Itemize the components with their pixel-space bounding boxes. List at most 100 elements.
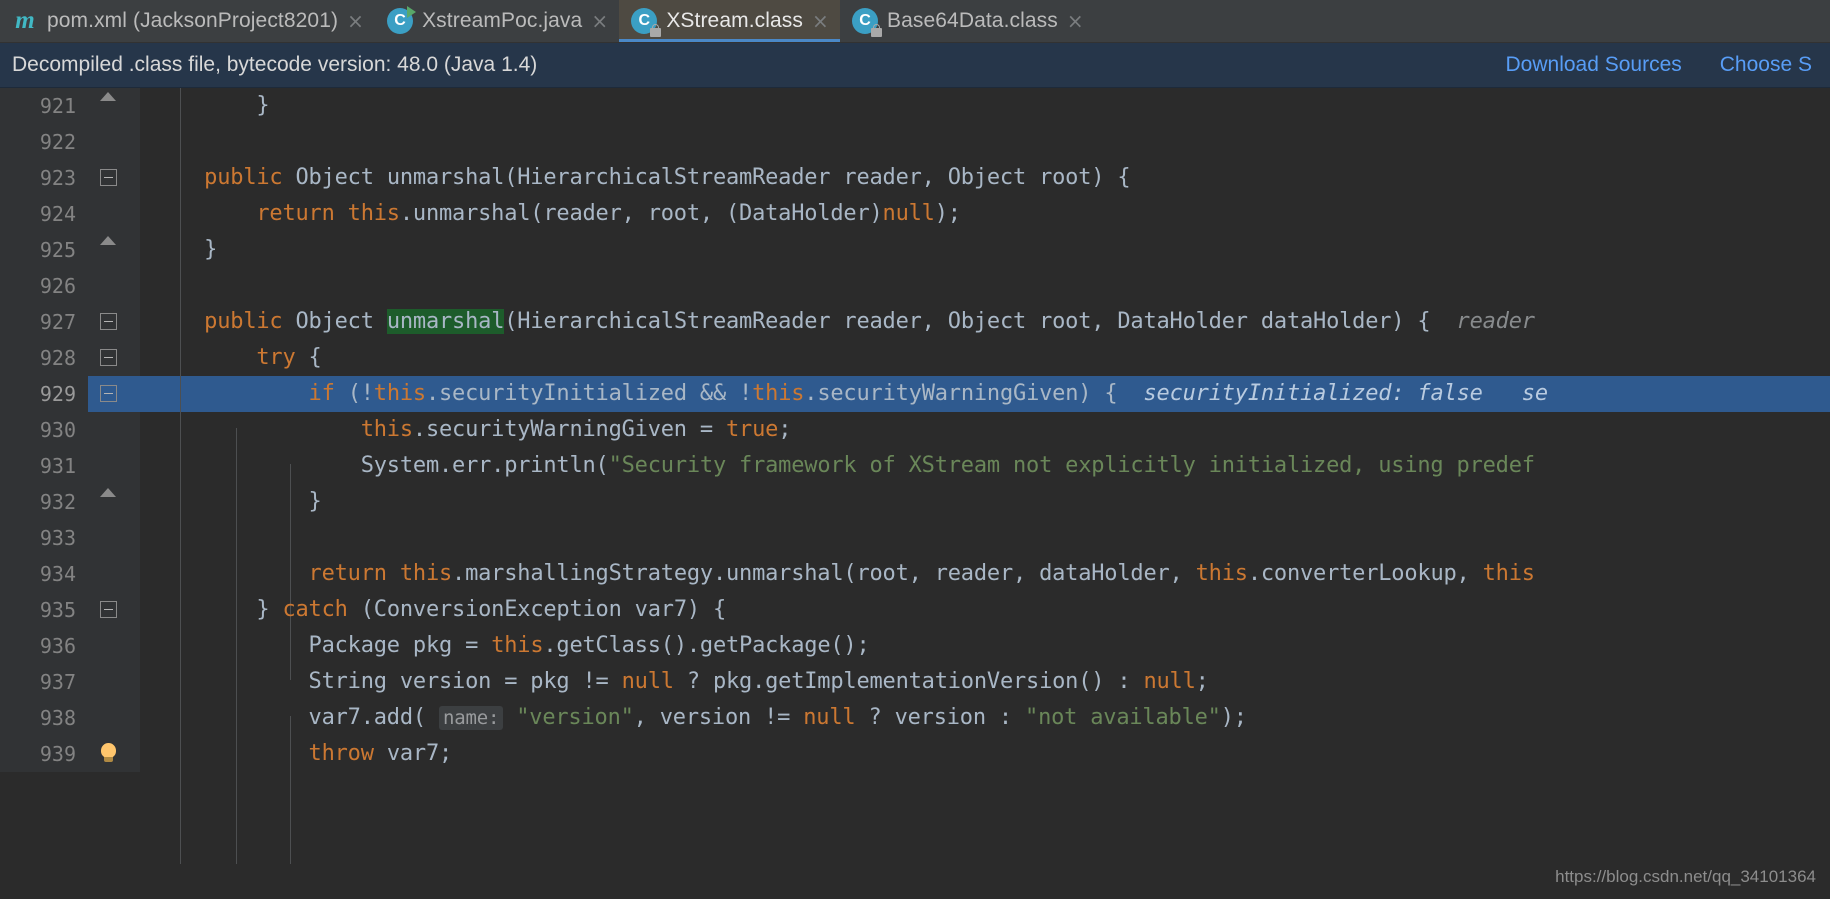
- fold-gutter[interactable]: [88, 412, 140, 448]
- line-number: 930: [0, 412, 88, 448]
- tab-pom-xml[interactable]: m pom.xml (JacksonProject8201) ×: [0, 0, 376, 42]
- code-line[interactable]: 939 throw var7;: [0, 736, 1830, 772]
- code-text: String version = pkg != null ? pkg.getIm…: [152, 669, 1209, 694]
- code-line[interactable]: 930 this.securityWarningGiven = true;: [0, 412, 1830, 448]
- code-text: public Object unmarshal(HierarchicalStre…: [152, 309, 1535, 334]
- tab-label: Base64Data.class: [887, 9, 1058, 32]
- line-number: 922: [0, 124, 88, 160]
- code-line[interactable]: 938 var7.add( name: "version", version !…: [0, 700, 1830, 736]
- code-text: try {: [152, 345, 322, 370]
- code-line[interactable]: 921 }: [0, 88, 1830, 124]
- code-text: return this.marshallingStrategy.unmarsha…: [152, 561, 1535, 586]
- fold-end-icon[interactable]: [100, 236, 117, 246]
- tab-base64data-class[interactable]: C Base64Data.class ×: [840, 0, 1095, 42]
- fold-gutter[interactable]: [88, 736, 140, 772]
- line-number: 925: [0, 232, 88, 268]
- inline-debug-hint: securityInitialized: false se: [1143, 381, 1548, 406]
- fold-gutter[interactable]: [88, 592, 140, 628]
- code-text: Package pkg = this.getClass().getPackage…: [152, 633, 870, 658]
- line-number: 933: [0, 520, 88, 556]
- tab-xstream-class[interactable]: C XStream.class ×: [619, 0, 840, 42]
- fold-gutter[interactable]: [88, 160, 140, 196]
- close-icon[interactable]: ×: [812, 11, 829, 31]
- fold-collapse-icon[interactable]: [100, 349, 117, 366]
- code-line[interactable]: 932 }: [0, 484, 1830, 520]
- code-editor[interactable]: 921 } 922 923 public Object unmarshal(Hi…: [0, 88, 1830, 899]
- choose-sources-link[interactable]: Choose S: [1720, 53, 1812, 77]
- code-line-current[interactable]: 929 if (!this.securityInitialized && !th…: [0, 376, 1830, 412]
- code-line[interactable]: 922: [0, 124, 1830, 160]
- intention-bulb-icon[interactable]: [98, 743, 119, 764]
- java-class-locked-icon: C: [631, 8, 662, 37]
- fold-gutter[interactable]: [88, 124, 140, 160]
- notification-actions: Download Sources Choose S: [1506, 53, 1815, 77]
- close-icon[interactable]: ×: [591, 11, 608, 31]
- fold-gutter[interactable]: [88, 268, 140, 304]
- code-line[interactable]: 927 public Object unmarshal(Hierarchical…: [0, 304, 1830, 340]
- fold-gutter[interactable]: [88, 304, 140, 340]
- fold-gutter[interactable]: [88, 520, 140, 556]
- fold-collapse-icon[interactable]: [100, 601, 117, 618]
- line-number: 936: [0, 628, 88, 664]
- code-text: }: [152, 93, 270, 118]
- java-class-locked-icon: C: [852, 8, 882, 37]
- line-number: 927: [0, 304, 88, 340]
- decompiled-notification-bar: Decompiled .class file, bytecode version…: [0, 43, 1830, 88]
- download-sources-link[interactable]: Download Sources: [1506, 53, 1682, 77]
- editor-tab-bar: m pom.xml (JacksonProject8201) × C Xstre…: [0, 0, 1830, 43]
- fold-collapse-icon[interactable]: [100, 313, 117, 330]
- close-icon[interactable]: ×: [347, 11, 364, 31]
- close-icon[interactable]: ×: [1067, 11, 1084, 31]
- fold-gutter[interactable]: [88, 196, 140, 232]
- fold-gutter[interactable]: [88, 664, 140, 700]
- fold-collapse-icon[interactable]: [100, 169, 117, 186]
- line-number: 931: [0, 448, 88, 484]
- inline-debug-hint: reader: [1456, 309, 1535, 334]
- code-line[interactable]: 924 return this.unmarshal(reader, root, …: [0, 196, 1830, 232]
- search-highlight: unmarshal: [386, 309, 505, 334]
- line-number: 935: [0, 592, 88, 628]
- fold-collapse-icon[interactable]: [100, 385, 117, 402]
- fold-gutter[interactable]: [88, 556, 140, 592]
- fold-gutter[interactable]: [88, 232, 140, 268]
- code-line[interactable]: 937 String version = pkg != null ? pkg.g…: [0, 664, 1830, 700]
- code-text: public Object unmarshal(HierarchicalStre…: [152, 165, 1131, 190]
- code-text: } catch (ConversionException var7) {: [152, 597, 726, 622]
- fold-gutter[interactable]: [88, 88, 140, 124]
- code-text: this.securityWarningGiven = true;: [152, 417, 792, 442]
- line-number: 934: [0, 556, 88, 592]
- line-number: 923: [0, 160, 88, 196]
- code-line[interactable]: 925 }: [0, 232, 1830, 268]
- line-number: 932: [0, 484, 88, 520]
- code-text: System.err.println("Security framework o…: [152, 453, 1535, 478]
- fold-end-icon[interactable]: [100, 92, 117, 102]
- fold-gutter[interactable]: [88, 700, 140, 736]
- code-lines: 921 } 922 923 public Object unmarshal(Hi…: [0, 88, 1830, 772]
- fold-gutter[interactable]: [88, 376, 140, 412]
- code-line[interactable]: 931 System.err.println("Security framewo…: [0, 448, 1830, 484]
- code-line[interactable]: 935 } catch (ConversionException var7) {: [0, 592, 1830, 628]
- code-line[interactable]: 926: [0, 268, 1830, 304]
- notification-message: Decompiled .class file, bytecode version…: [12, 53, 538, 76]
- code-line[interactable]: 933: [0, 520, 1830, 556]
- code-text: if (!this.securityInitialized && !this.s…: [152, 381, 1549, 406]
- code-text: var7.add( name: "version", version != nu…: [152, 705, 1247, 730]
- fold-gutter[interactable]: [88, 448, 140, 484]
- tab-label: pom.xml (JacksonProject8201): [47, 9, 339, 32]
- fold-gutter[interactable]: [88, 484, 140, 520]
- tab-xstreampoc-java[interactable]: C XstreamPoc.java ×: [375, 0, 620, 42]
- code-text: }: [152, 489, 322, 514]
- fold-end-icon[interactable]: [100, 488, 117, 498]
- watermark: https://blog.csdn.net/qq_34101364: [1555, 867, 1816, 886]
- code-line[interactable]: 934 return this.marshallingStrategy.unma…: [0, 556, 1830, 592]
- line-number: 924: [0, 196, 88, 232]
- code-line[interactable]: 923 public Object unmarshal(Hierarchical…: [0, 160, 1830, 196]
- code-line[interactable]: 928 try {: [0, 340, 1830, 376]
- fold-gutter[interactable]: [88, 340, 140, 376]
- line-number: 937: [0, 664, 88, 700]
- fold-gutter[interactable]: [88, 628, 140, 664]
- code-line[interactable]: 936 Package pkg = this.getClass().getPac…: [0, 628, 1830, 664]
- line-number: 929: [0, 376, 88, 412]
